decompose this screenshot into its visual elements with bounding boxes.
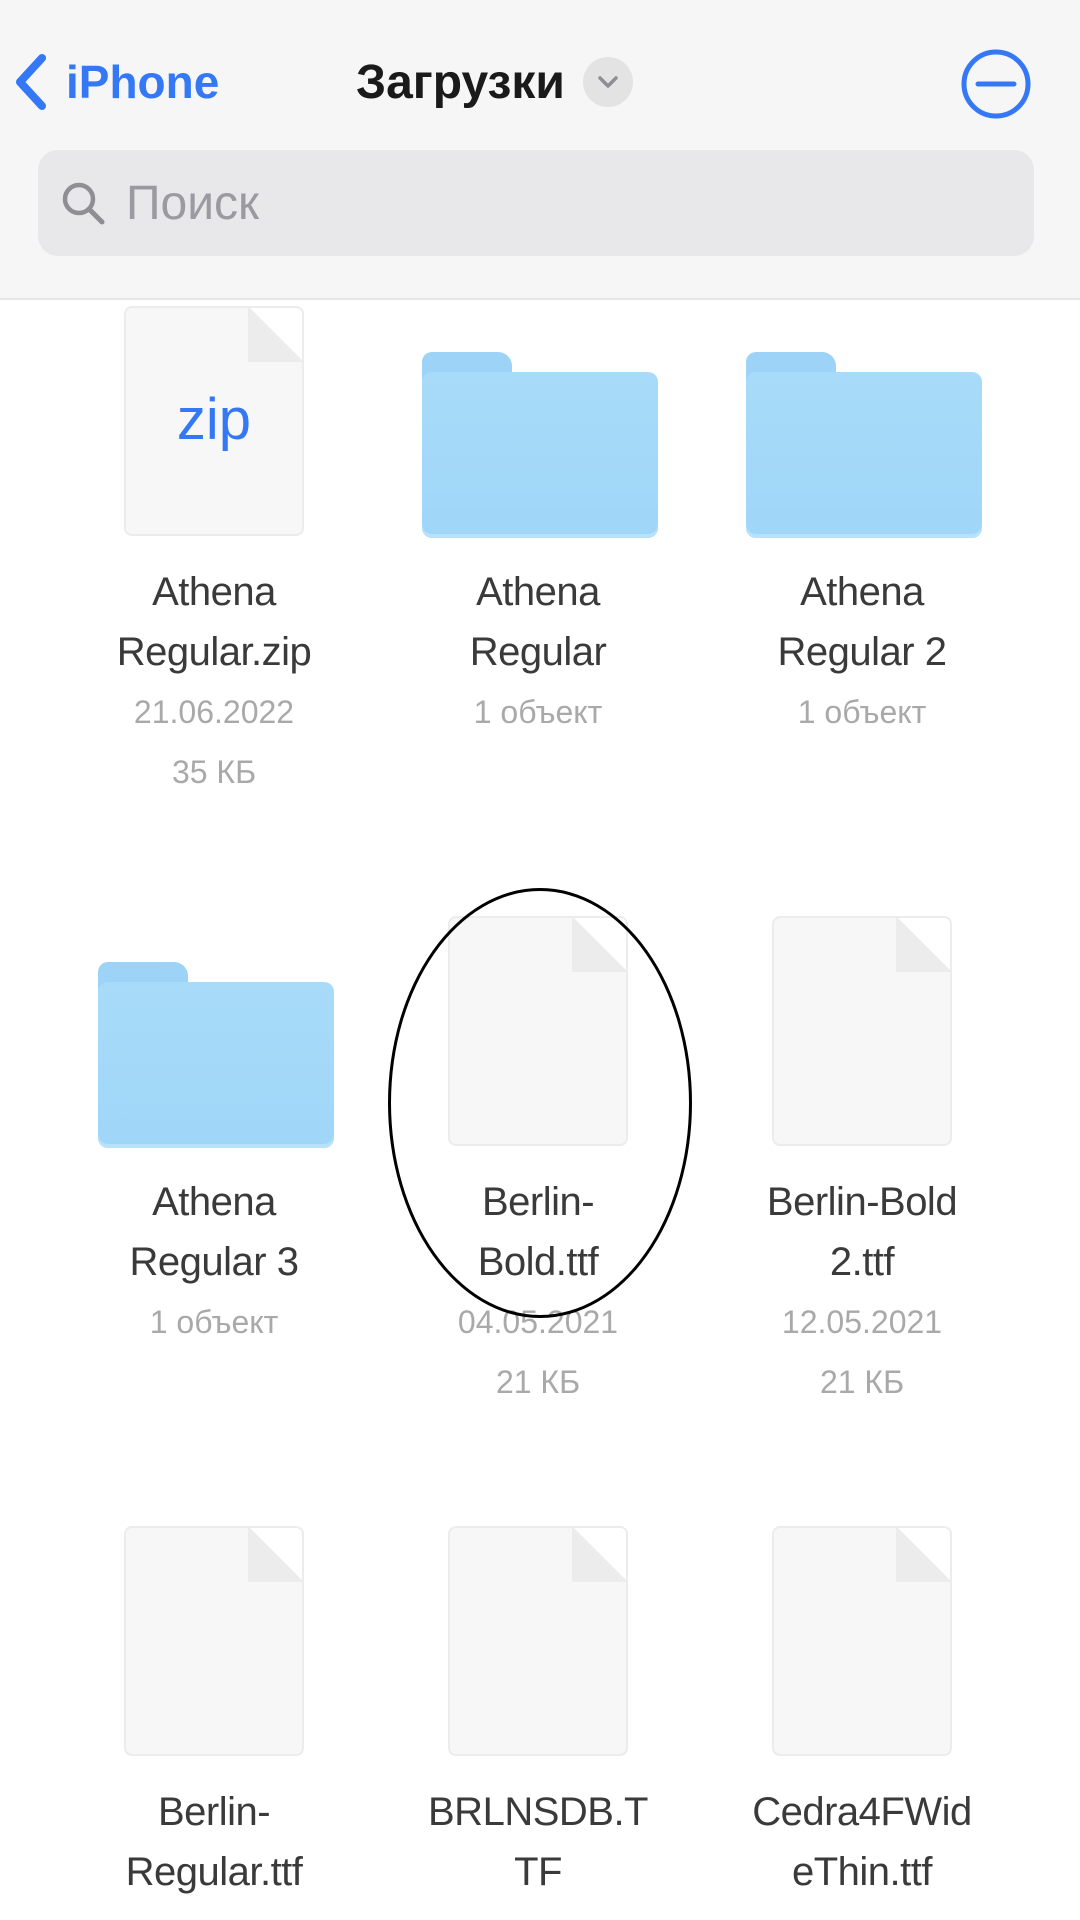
file-item[interactable]: BRLNSDB.T TF <box>388 1520 688 1902</box>
folder-name: Athena Regular 3 <box>64 1172 364 1292</box>
file-name: Athena Regular.zip <box>64 562 364 682</box>
file-date: 12.05.2021 <box>781 1304 943 1340</box>
folder-icon <box>64 910 364 1150</box>
file-item[interactable]: Berlin- Regular.ttf <box>64 1520 364 1902</box>
file-name: Berlin-Bold 2.ttf <box>712 1172 1012 1292</box>
chevron-down-icon[interactable] <box>582 57 633 107</box>
file-size: 35 КБ <box>171 754 257 790</box>
title-menu[interactable]: Загрузки <box>356 42 633 122</box>
file-date: 21.06.2022 <box>133 694 295 730</box>
folder-item[interactable]: Athena Regular 3 1 объект <box>64 910 364 1352</box>
folder-name: Athena Regular <box>388 562 688 682</box>
folder-icon <box>712 300 1012 540</box>
folder-item[interactable]: Athena Regular 2 1 объект <box>712 300 1012 742</box>
file-item[interactable]: zip Athena Regular.zip 21.06.2022 35 КБ <box>64 300 364 802</box>
file-name-line: Regular.ttf <box>125 1850 303 1894</box>
file-name: BRLNSDB.T TF <box>388 1782 688 1902</box>
document-icon <box>388 1520 688 1760</box>
file-name-line: Regular 2 <box>777 630 947 674</box>
document-icon <box>64 1520 364 1760</box>
file-name-line: Bold.ttf <box>477 1240 599 1284</box>
file-name-line: 2.ttf <box>829 1240 895 1284</box>
document-icon <box>388 910 688 1150</box>
file-name-line: Cedra4FWid <box>752 1790 972 1834</box>
document-icon <box>712 1520 1012 1760</box>
file-name-line: eThin.ttf <box>791 1850 933 1894</box>
file-name-line: Athena <box>152 570 276 614</box>
file-date: 04.05.2021 <box>457 1304 619 1340</box>
file-item[interactable]: Berlin-Bold 2.ttf 12.05.2021 21 КБ <box>712 910 1012 1412</box>
file-item[interactable]: Cedra4FWid eThin.ttf <box>712 1520 1012 1902</box>
file-name: Berlin- Bold.ttf <box>388 1172 688 1292</box>
file-name-line: Athena <box>476 570 600 614</box>
file-name: Berlin- Regular.ttf <box>64 1782 364 1902</box>
navigation-header: iPhone Загрузки <box>0 0 1080 300</box>
file-name-line: Berlin- <box>157 1790 271 1834</box>
folder-name: Athena Regular 2 <box>712 562 1012 682</box>
file-size: 21 КБ <box>819 1364 905 1400</box>
folder-count: 1 объект <box>473 694 603 730</box>
back-button-label: iPhone <box>66 56 220 108</box>
file-name-line: Regular <box>469 630 607 674</box>
file-name-line: BRLNSDB.T <box>428 1790 649 1834</box>
file-name-line: Regular 3 <box>129 1240 299 1284</box>
zip-file-icon: zip <box>64 300 364 540</box>
ellipsis-circle-icon[interactable] <box>960 48 1032 120</box>
folder-item[interactable]: Athena Regular 1 объект <box>388 300 688 742</box>
file-size: 21 КБ <box>495 1364 581 1400</box>
file-name-line: Regular.zip <box>116 630 312 674</box>
file-extension-label: zip <box>176 387 252 452</box>
page-title: Загрузки <box>356 55 565 109</box>
folder-icon <box>388 300 688 540</box>
files-app-screen: iPhone Загрузки zip <box>0 0 1080 1920</box>
back-button[interactable]: iPhone <box>14 42 219 122</box>
search-input[interactable] <box>124 174 1008 232</box>
file-name-line: Athena <box>152 1180 276 1224</box>
chevron-left-icon <box>16 54 46 110</box>
file-item[interactable]: Berlin- Bold.ttf 04.05.2021 21 КБ <box>388 910 688 1412</box>
search-icon <box>62 182 105 225</box>
search-bar[interactable] <box>38 150 1034 256</box>
file-name-line: Berlin-Bold <box>766 1180 958 1224</box>
folder-count: 1 объект <box>149 1304 279 1340</box>
file-name-line: Athena <box>800 570 924 614</box>
file-name-line: Berlin- <box>481 1180 595 1224</box>
file-name-line: TF <box>514 1850 562 1894</box>
document-icon <box>712 910 1012 1150</box>
file-name: Cedra4FWid eThin.ttf <box>712 1782 1012 1902</box>
folder-count: 1 объект <box>797 694 927 730</box>
